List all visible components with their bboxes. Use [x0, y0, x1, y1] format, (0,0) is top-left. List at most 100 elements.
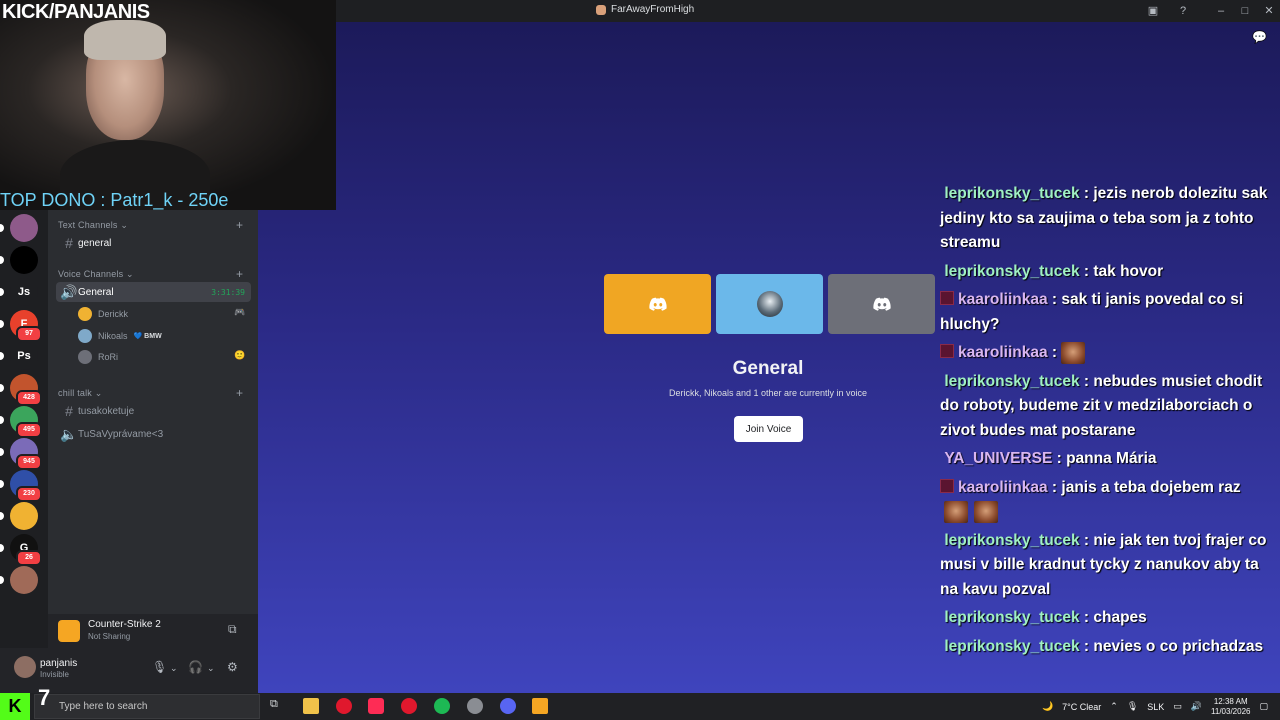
notifications-icon[interactable]: ▢	[1259, 701, 1268, 712]
counter-strike-icon[interactable]	[532, 698, 548, 714]
file-explorer-icon[interactable]	[303, 698, 319, 714]
chat-message: YA_UNIVERSE : panna Mária	[940, 447, 1276, 472]
volume-icon[interactable]: 🔊	[1191, 701, 1202, 712]
voice-channel-title: General	[732, 358, 804, 379]
headphones-icon[interactable]: 🎧	[188, 660, 203, 674]
sharing-status: Not Sharing	[88, 632, 131, 641]
category-text-channels[interactable]: Text Channels ⌄ +	[58, 218, 243, 232]
microphone-icon[interactable]: 🎙	[152, 660, 167, 674]
close-icon[interactable]: ✕	[1262, 4, 1276, 18]
server-icon[interactable]	[10, 214, 38, 242]
channel-tusavypravame[interactable]: 🔈 TuSaVyprávame<3	[56, 424, 251, 444]
maximize-icon[interactable]: □	[1238, 4, 1252, 18]
join-voice-button[interactable]: Join Voice	[734, 416, 803, 442]
server-icon[interactable]: G 26	[10, 534, 42, 566]
window-title: FarAwayFromHigh	[596, 4, 694, 15]
task-view-icon[interactable]: ⧉	[270, 698, 286, 714]
chat-username[interactable]: leprikonsky_tucek	[944, 638, 1079, 655]
chat-separator: :	[1079, 185, 1094, 202]
avatar[interactable]	[14, 656, 36, 678]
channel-general-text[interactable]: # general	[56, 233, 251, 253]
chat-text: nevies o co prichadzas	[1093, 637, 1264, 655]
unread-indicator	[0, 352, 4, 360]
discord-icon[interactable]	[500, 698, 516, 714]
spotify-icon[interactable]	[434, 698, 450, 714]
add-channel-icon[interactable]: +	[236, 386, 243, 400]
voice-user[interactable]: Nikoals 💙 BMW	[78, 327, 162, 345]
hash-icon: #	[65, 235, 73, 251]
chat-username[interactable]: leprikonsky_tucek	[944, 609, 1079, 626]
channel-general-voice[interactable]: 🔊 General 3:31:39	[56, 282, 251, 302]
help-icon[interactable]: ?	[1176, 4, 1190, 18]
voice-participant-tile[interactable]	[828, 274, 935, 334]
channel-label: general	[78, 237, 112, 249]
clock[interactable]: 12:38 AM 11/03/2026	[1211, 697, 1250, 717]
mention-badge: 945	[16, 454, 42, 470]
taskbar-search[interactable]: Type here to search	[34, 694, 260, 719]
settings-gear-icon[interactable]: ⚙	[227, 660, 238, 674]
chat-username[interactable]: leprikonsky_tucek	[944, 532, 1079, 549]
channel-label: TuSaVyprávame<3	[78, 428, 164, 440]
server-icon[interactable]	[10, 502, 38, 530]
tray-chevron-icon[interactable]: ⌃	[1110, 701, 1118, 712]
voice-participant-tile[interactable]	[716, 274, 823, 334]
category-voice-channels[interactable]: Voice Channels ⌄ +	[58, 267, 243, 281]
subscriber-badge-icon	[940, 291, 954, 305]
channel-tusakoketuje[interactable]: # tusakoketuje	[56, 401, 251, 421]
username: panjanis	[40, 658, 78, 669]
server-icon[interactable]: 495	[10, 406, 42, 438]
chat-username[interactable]: kaaroliinkaa	[958, 479, 1048, 496]
mic-chevron-icon[interactable]: ⌄	[170, 663, 178, 674]
mention-badge: 428	[16, 390, 42, 406]
user-status: Invisible	[40, 670, 69, 679]
headphones-chevron-icon[interactable]: ⌄	[207, 663, 215, 674]
top-dono: TOP DONO : Patr1_k - 250e	[0, 190, 229, 210]
chat-message: leprikonsky_tucek : nebudes musiet chodi…	[940, 370, 1276, 444]
obs-icon[interactable]	[467, 698, 483, 714]
chat-emote-icon	[944, 500, 968, 523]
chat-username[interactable]: leprikonsky_tucek	[944, 373, 1079, 390]
tiktok-icon[interactable]	[368, 698, 384, 714]
language-indicator[interactable]: SLK	[1147, 702, 1164, 712]
mention-badge: 230	[16, 486, 42, 502]
inbox-icon[interactable]: ▣	[1146, 4, 1160, 18]
voice-user-name: RoRi	[98, 352, 119, 362]
server-icon[interactable]: Ps	[10, 342, 38, 370]
voice-user[interactable]: Derickk	[78, 305, 128, 323]
opera-icon[interactable]	[336, 698, 352, 714]
voice-user[interactable]: RoRi	[78, 348, 118, 366]
server-icon[interactable]: Js	[10, 278, 38, 306]
voice-user-name: Derickk	[98, 309, 129, 319]
chat-username[interactable]: kaaroliinkaa	[958, 344, 1048, 361]
kick-overlay-number: 7	[38, 685, 51, 710]
add-channel-icon[interactable]: +	[236, 218, 243, 232]
network-icon[interactable]: ▭	[1173, 701, 1182, 712]
voice-participant-tile[interactable]	[604, 274, 711, 334]
add-channel-icon[interactable]: +	[236, 267, 243, 281]
chat-bubble-icon[interactable]: 💬	[1252, 30, 1267, 44]
activity-panel: Counter-Strike 2 Not Sharing ⧉	[48, 614, 258, 648]
server-icon[interactable]	[10, 566, 38, 594]
taskbar: Type here to search K 7 ⧉ 🌙 7°C Clear ⌃ …	[0, 685, 1280, 720]
avatar	[78, 329, 92, 343]
unread-indicator	[0, 288, 4, 296]
server-icon[interactable]: 230	[10, 470, 42, 502]
server-icon[interactable]	[10, 246, 38, 274]
chat-username[interactable]: YA_UNIVERSE	[944, 450, 1052, 467]
server-icon[interactable]: 945	[10, 438, 42, 470]
chat-username[interactable]: leprikonsky_tucek	[944, 263, 1079, 280]
chat-username[interactable]: kaaroliinkaa	[958, 291, 1048, 308]
minimize-icon[interactable]: –	[1214, 4, 1228, 18]
chat-username[interactable]: leprikonsky_tucek	[944, 185, 1079, 202]
opera-gx-icon[interactable]	[401, 698, 417, 714]
speaker-icon: 🔊	[60, 283, 78, 300]
server-icon[interactable]: 428	[10, 374, 42, 406]
weather-icon[interactable]: 🌙	[1042, 701, 1053, 712]
search-placeholder: Type here to search	[59, 701, 148, 712]
screen-share-icon[interactable]: ⧉	[228, 622, 237, 637]
unread-indicator	[0, 544, 4, 552]
weather-text[interactable]: 7°C Clear	[1062, 702, 1101, 712]
microphone-tray-icon[interactable]: 🎙	[1127, 701, 1138, 712]
server-icon[interactable]: F 97	[10, 310, 42, 342]
category-chill-talk[interactable]: chill talk ⌄ +	[58, 386, 243, 400]
